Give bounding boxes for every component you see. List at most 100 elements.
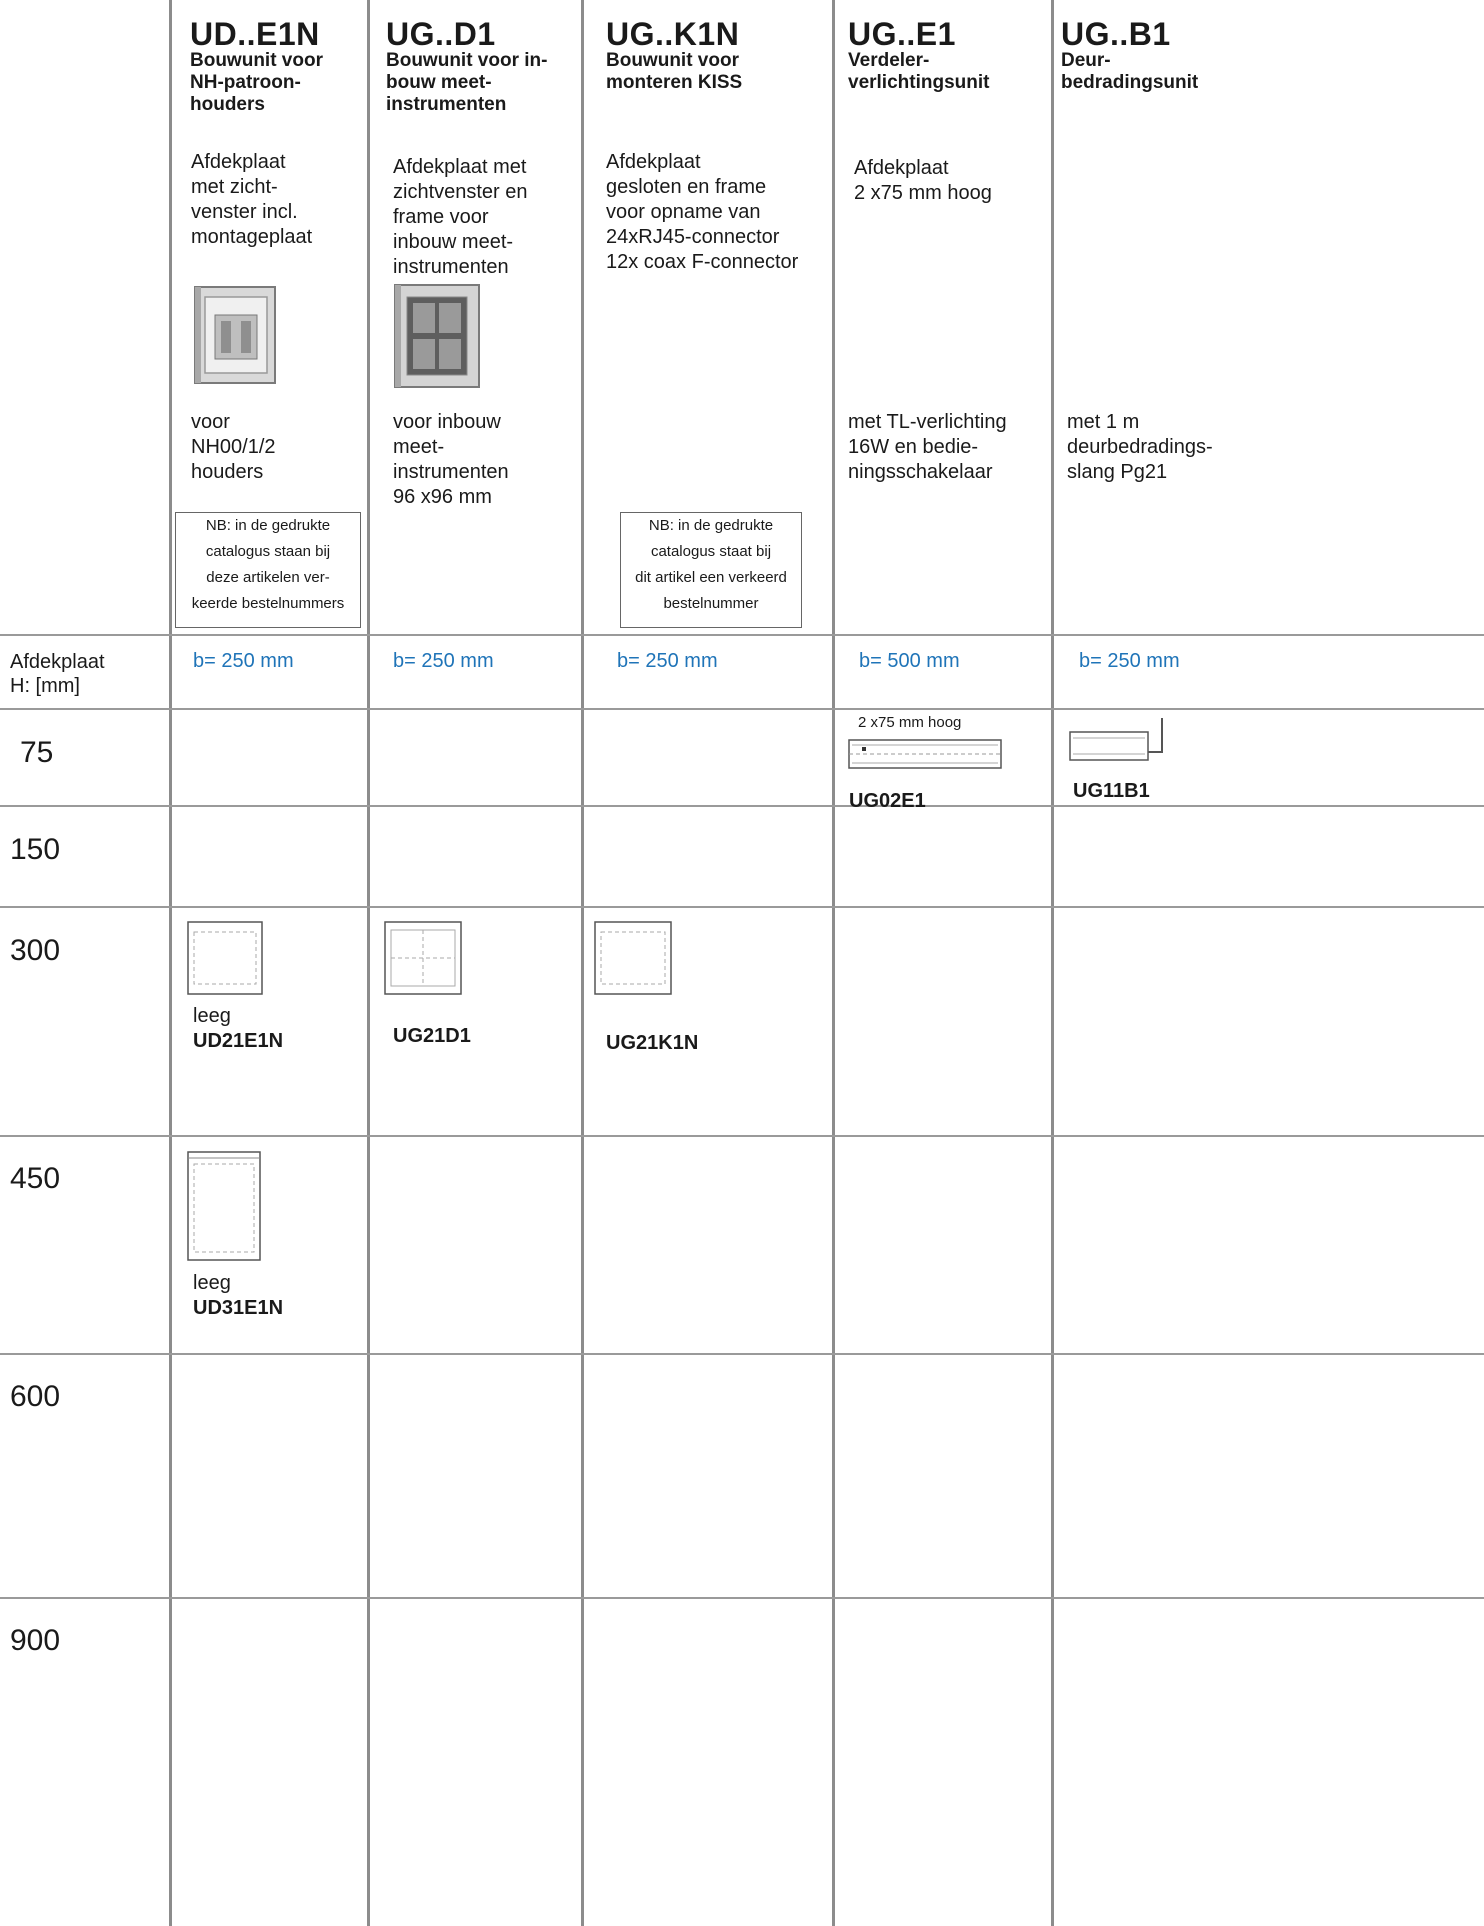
column-detail: met TL-verlichting 16W en bedie- ningssc… <box>848 410 1007 485</box>
height-label: 450 <box>10 1162 61 1195</box>
product-code: UG02E1 <box>849 790 926 812</box>
detail-line: met 1 m <box>1067 411 1140 433</box>
column-header-ugd1: UG..D1 Bouwunit voor in- bouw meet- inst… <box>386 18 547 116</box>
row-header: Afdekplaat H: [mm] <box>10 650 105 698</box>
column-subtitle-line: Deur- <box>1061 50 1111 71</box>
column-description: Afdekplaat met zicht- venster incl. mont… <box>191 150 312 250</box>
row-divider <box>0 1597 1484 1599</box>
column-subtitle-line: monteren KISS <box>606 72 743 93</box>
width-value: b= 250 mm <box>193 650 294 672</box>
detail-line: meet- <box>393 436 445 458</box>
row-divider <box>0 634 1484 636</box>
detail-line: 96 x96 mm <box>393 486 492 508</box>
product-label: leeg <box>193 1005 231 1027</box>
description-line: 2 x75 mm hoog <box>854 182 992 204</box>
height-label: 900 <box>10 1624 61 1657</box>
row-divider <box>0 1135 1484 1137</box>
column-subtitle-line: houders <box>190 94 265 115</box>
column-description: Afdekplaat 2 x75 mm hoog <box>854 156 992 206</box>
column-subtitle-line: Bouwunit voor in- <box>386 50 548 71</box>
description-line: venster incl. <box>191 201 298 223</box>
detail-line: houders <box>191 461 264 483</box>
height-label: 150 <box>10 833 61 866</box>
product-drawing-ug21k1n <box>593 920 673 996</box>
note-line: catalogus staan bij <box>205 543 331 560</box>
description-line: gesloten en frame <box>606 176 767 198</box>
row-header-line: H: [mm] <box>10 675 80 697</box>
note-line: keerde bestelnummers <box>191 595 345 612</box>
column-detail: voor inbouw meet- instrumenten 96 x96 mm <box>393 410 509 510</box>
row-header-line: Afdekplaat <box>10 651 105 673</box>
column-divider <box>367 0 370 1926</box>
detail-line: deurbedradings- <box>1067 436 1213 458</box>
note-line: NB: in de gedrukte <box>648 517 774 534</box>
product-code: UD21E1N <box>193 1030 284 1052</box>
description-line: montageplaat <box>191 226 313 248</box>
column-divider <box>832 0 835 1926</box>
product-code: UG21D1 <box>393 1025 471 1047</box>
row-divider <box>0 805 1484 807</box>
product-drawing-ud31e1n <box>186 1150 262 1262</box>
description-line: Afdekplaat <box>606 151 701 173</box>
description-line: voor opname van <box>606 201 761 223</box>
column-description: Afdekplaat met zichtvenster en frame voo… <box>393 155 528 280</box>
detail-line: voor <box>191 411 230 433</box>
note-line: catalogus staat bij <box>650 543 772 560</box>
height-label: 75 <box>20 736 54 769</box>
description-line: inbouw meet- <box>393 231 514 253</box>
detail-line: slang Pg21 <box>1067 461 1168 483</box>
detail-line: met TL-verlichting <box>848 411 1007 433</box>
column-detail: voor NH00/1/2 houders <box>191 410 276 485</box>
column-subtitle-line: instrumenten <box>386 94 507 115</box>
description-line: instrumenten <box>393 256 509 278</box>
product-drawing-ug02e1 <box>848 736 1002 772</box>
product-code: UG21K1N <box>606 1032 699 1054</box>
description-line: Afdekplaat met <box>393 156 527 178</box>
product-drawing-ug11b1 <box>1068 716 1164 766</box>
width-value: b= 250 mm <box>1079 650 1180 672</box>
description-line: 12x coax F-connector <box>606 251 799 273</box>
note-line: deze artikelen ver- <box>206 569 330 586</box>
width-value: b= 250 mm <box>393 650 494 672</box>
description-line: Afdekplaat <box>854 157 949 179</box>
column-code: UG..E1 <box>848 16 956 52</box>
column-subtitle-line: Bouwunit voor <box>606 50 739 71</box>
note-line: dit artikel een verkeerd <box>635 569 787 586</box>
column-detail: met 1 m deurbedradings- slang Pg21 <box>1067 410 1213 485</box>
column-code: UG..K1N <box>606 16 740 52</box>
column-subtitle-line: NH-patroon- <box>190 72 301 93</box>
catalog-note: NB: in de gedrukte catalogus staat bij d… <box>620 512 802 628</box>
column-description: Afdekplaat gesloten en frame voor opname… <box>606 150 798 275</box>
width-value: b= 250 mm <box>617 650 718 672</box>
description-line: frame voor <box>393 206 489 228</box>
product-drawing-ud21e1n <box>186 920 264 996</box>
height-label: 300 <box>10 934 61 967</box>
column-header-ugb1: UG..B1 Deur- bedradingsunit <box>1061 18 1198 94</box>
column-header-uge1: UG..E1 Verdeler- verlichtingsunit <box>848 18 989 94</box>
row-divider <box>0 708 1484 710</box>
column-divider <box>1051 0 1054 1926</box>
row-divider <box>0 906 1484 908</box>
description-line: 24xRJ45-connector <box>606 226 780 248</box>
note-line: NB: in de gedrukte <box>205 517 331 534</box>
column-code: UD..E1N <box>190 16 320 52</box>
column-subtitle-line: bedradingsunit <box>1061 72 1199 93</box>
column-subtitle-line: Verdeler- <box>848 50 930 71</box>
product-drawing-ug21d1 <box>383 920 463 996</box>
note-line: bestelnummer <box>663 595 759 612</box>
height-label: 600 <box>10 1380 61 1413</box>
detail-line: NH00/1/2 <box>191 436 276 458</box>
column-header-ugk1n: UG..K1N Bouwunit voor monteren KISS <box>606 18 742 94</box>
product-caption: 2 x75 mm hoog <box>858 714 962 731</box>
description-line: met zicht- <box>191 176 278 198</box>
width-value: b= 500 mm <box>859 650 960 672</box>
column-subtitle-line: bouw meet- <box>386 72 492 93</box>
row-divider <box>0 1353 1484 1355</box>
catalog-note: NB: in de gedrukte catalogus staan bij d… <box>175 512 361 628</box>
product-code: UG11B1 <box>1073 780 1150 802</box>
column-divider <box>169 0 172 1926</box>
detail-line: instrumenten <box>393 461 509 483</box>
description-line: zichtvenster en <box>393 181 528 203</box>
column-divider <box>581 0 584 1926</box>
product-photo-meter-unit <box>393 283 481 389</box>
